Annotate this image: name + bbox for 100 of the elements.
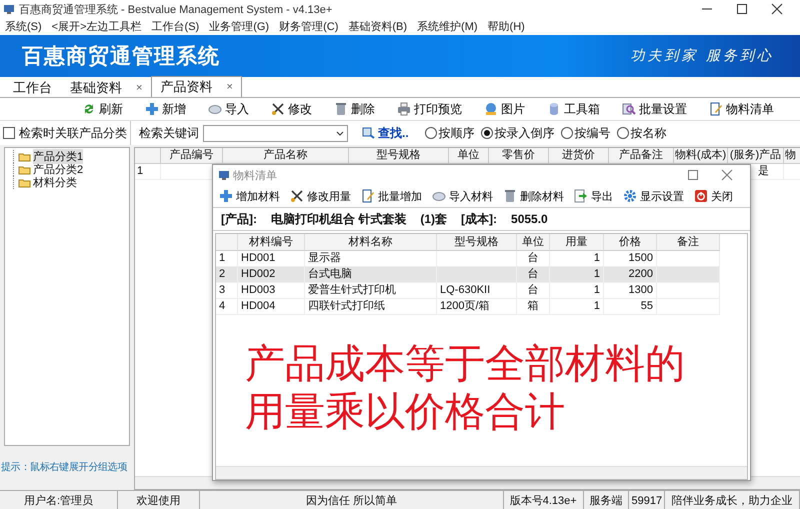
cylinder-icon xyxy=(547,102,561,116)
toolbar-button[interactable]: 导入 xyxy=(208,100,249,118)
keyword-field[interactable] xyxy=(203,124,348,142)
notepad-icon xyxy=(709,102,723,116)
annotation-text: 用量乘以价格合计 xyxy=(245,388,566,436)
toolbar-button[interactable]: 工具箱 xyxy=(547,100,600,118)
column-header[interactable]: 物 xyxy=(784,148,800,164)
row-number: 1 xyxy=(135,164,161,180)
close-icon[interactable] xyxy=(770,2,784,16)
tree-item[interactable]: 产品分类1 xyxy=(33,149,84,164)
column-header[interactable]: 用量 xyxy=(550,234,604,251)
tab-close[interactable]: × xyxy=(226,81,233,93)
column-header[interactable]: 价格 xyxy=(604,234,657,251)
dropdown-icon[interactable] xyxy=(336,130,344,136)
table-cell: 1200页/箱 xyxy=(437,299,517,315)
toolbar-button[interactable]: 显示设置 xyxy=(623,188,684,204)
menu-item[interactable]: 基础资料(B) xyxy=(343,19,412,34)
column-header[interactable]: 材料名称 xyxy=(305,234,437,251)
table-cell: HD002 xyxy=(238,267,305,283)
column-header[interactable]: 产品名称 xyxy=(223,148,349,164)
status-text: 用户名:管理员 xyxy=(24,494,94,508)
hint-text: 提示：鼠标右键展开分组选项 xyxy=(0,460,128,474)
status-text: 服务端 xyxy=(590,494,623,508)
checkbox-label: 检索时关联产品分类 xyxy=(19,124,127,142)
radio-button[interactable] xyxy=(560,127,573,139)
magnifier-icon xyxy=(622,102,636,116)
toolbar-button[interactable]: 导出 xyxy=(574,188,613,204)
table-cell: 1 xyxy=(550,267,604,283)
app-icon xyxy=(4,4,14,14)
app-icon xyxy=(219,170,229,180)
trash-icon xyxy=(334,102,348,116)
table-cell: 1 xyxy=(550,283,604,299)
toolbar-button[interactable]: 打印预览 xyxy=(397,100,462,118)
column-header[interactable]: 单位 xyxy=(517,234,550,251)
toolbar-button[interactable]: 物料清单 xyxy=(709,100,774,118)
maximize-icon[interactable] xyxy=(735,2,749,16)
toolbar-button[interactable]: 刷新 xyxy=(82,100,123,118)
radio-button[interactable] xyxy=(480,127,493,139)
menu-item[interactable]: 系统维护(M) xyxy=(412,19,483,34)
tab[interactable]: 工作台 xyxy=(4,77,61,97)
table-cell: 台 xyxy=(517,267,550,283)
window-title: 百惠商贸通管理系统 - Bestvalue Management System - v4.13e+ xyxy=(19,2,332,16)
checkbox[interactable] xyxy=(3,127,15,139)
trash-icon xyxy=(503,189,517,203)
annotation-text: 产品成本等于全部材料的 xyxy=(245,340,685,388)
status-text: 版本号4.13e+ xyxy=(510,494,577,508)
printer-icon xyxy=(397,102,411,116)
column-header[interactable]: 备注 xyxy=(657,234,720,251)
tab-close[interactable]: × xyxy=(136,82,142,94)
table-cell xyxy=(657,283,720,299)
folder-icon xyxy=(18,164,31,174)
toolbar-button[interactable]: 修改 xyxy=(271,100,312,118)
menu-item[interactable]: 工作台(S) xyxy=(146,19,204,34)
column-header[interactable]: 型号规格 xyxy=(349,148,449,164)
export-icon xyxy=(574,189,588,203)
row-number: 3 xyxy=(216,283,238,299)
menu-item[interactable]: 系统(S) xyxy=(0,19,47,34)
toolbar-button[interactable]: 删除 xyxy=(334,100,375,118)
toolbar-button[interactable]: 删除材料 xyxy=(503,188,564,204)
tab[interactable]: 产品资料 × xyxy=(151,76,242,97)
radio-button[interactable] xyxy=(616,127,629,139)
column-header[interactable]: 零售价 xyxy=(489,148,549,164)
column-header[interactable]: 型号规格 xyxy=(437,234,517,251)
dialog-title: 物料清单 xyxy=(233,168,277,182)
slogan: 功夫到家 服务到心 xyxy=(630,47,774,65)
toolbar-button[interactable]: 批量增加 xyxy=(361,188,422,204)
toolbar-button[interactable]: 导入材料 xyxy=(432,188,493,204)
toolbar-button[interactable]: 批量设置 xyxy=(622,100,687,118)
table-cell: 爱普生针式打印机 xyxy=(305,283,437,299)
column-header[interactable]: 产品编号 xyxy=(161,148,223,164)
column-header[interactable]: 单位 xyxy=(449,148,489,164)
menu-item[interactable]: <展开>左边工具栏 xyxy=(46,19,147,34)
table-cell: 55 xyxy=(604,299,657,315)
toolbar-button[interactable]: 新增 xyxy=(145,100,186,118)
find-link[interactable]: 查找.. xyxy=(378,124,409,142)
gear-icon xyxy=(623,189,637,203)
radio-button[interactable] xyxy=(424,127,437,139)
tree-item[interactable]: 材料分类 xyxy=(33,175,77,190)
status-text: 欢迎使用 xyxy=(136,494,181,508)
column-header[interactable]: 进货价 xyxy=(549,148,609,164)
folder-icon xyxy=(18,178,31,188)
column-header[interactable]: 材料编号 xyxy=(238,234,305,251)
menu-item[interactable]: 帮助(H) xyxy=(482,19,530,34)
toolbar-button[interactable]: 图片 xyxy=(484,100,525,118)
column-header[interactable]: 产品备注 xyxy=(609,148,674,164)
toolbar-button[interactable]: 关闭 xyxy=(694,188,733,204)
row-number: 2 xyxy=(216,267,238,283)
product-quantity: (1)套 xyxy=(420,210,448,228)
menu-item[interactable]: 财务管理(C) xyxy=(274,19,344,34)
table-cell: 箱 xyxy=(517,299,550,315)
toolbar-button[interactable]: 增加材料 xyxy=(219,188,280,204)
tree-item[interactable]: 产品分类2 xyxy=(33,162,84,177)
menu-item[interactable]: 业务管理(G) xyxy=(204,19,274,34)
tab[interactable]: 基础资料 × xyxy=(61,77,152,97)
column-header[interactable]: (服务)产品 xyxy=(728,148,784,164)
scrollbar[interactable] xyxy=(216,466,747,479)
refresh-icon xyxy=(82,102,96,116)
toolbar-button[interactable]: 修改用量 xyxy=(290,188,351,204)
column-header[interactable]: 物料(成本) xyxy=(674,148,728,164)
notepad-icon xyxy=(361,189,375,203)
